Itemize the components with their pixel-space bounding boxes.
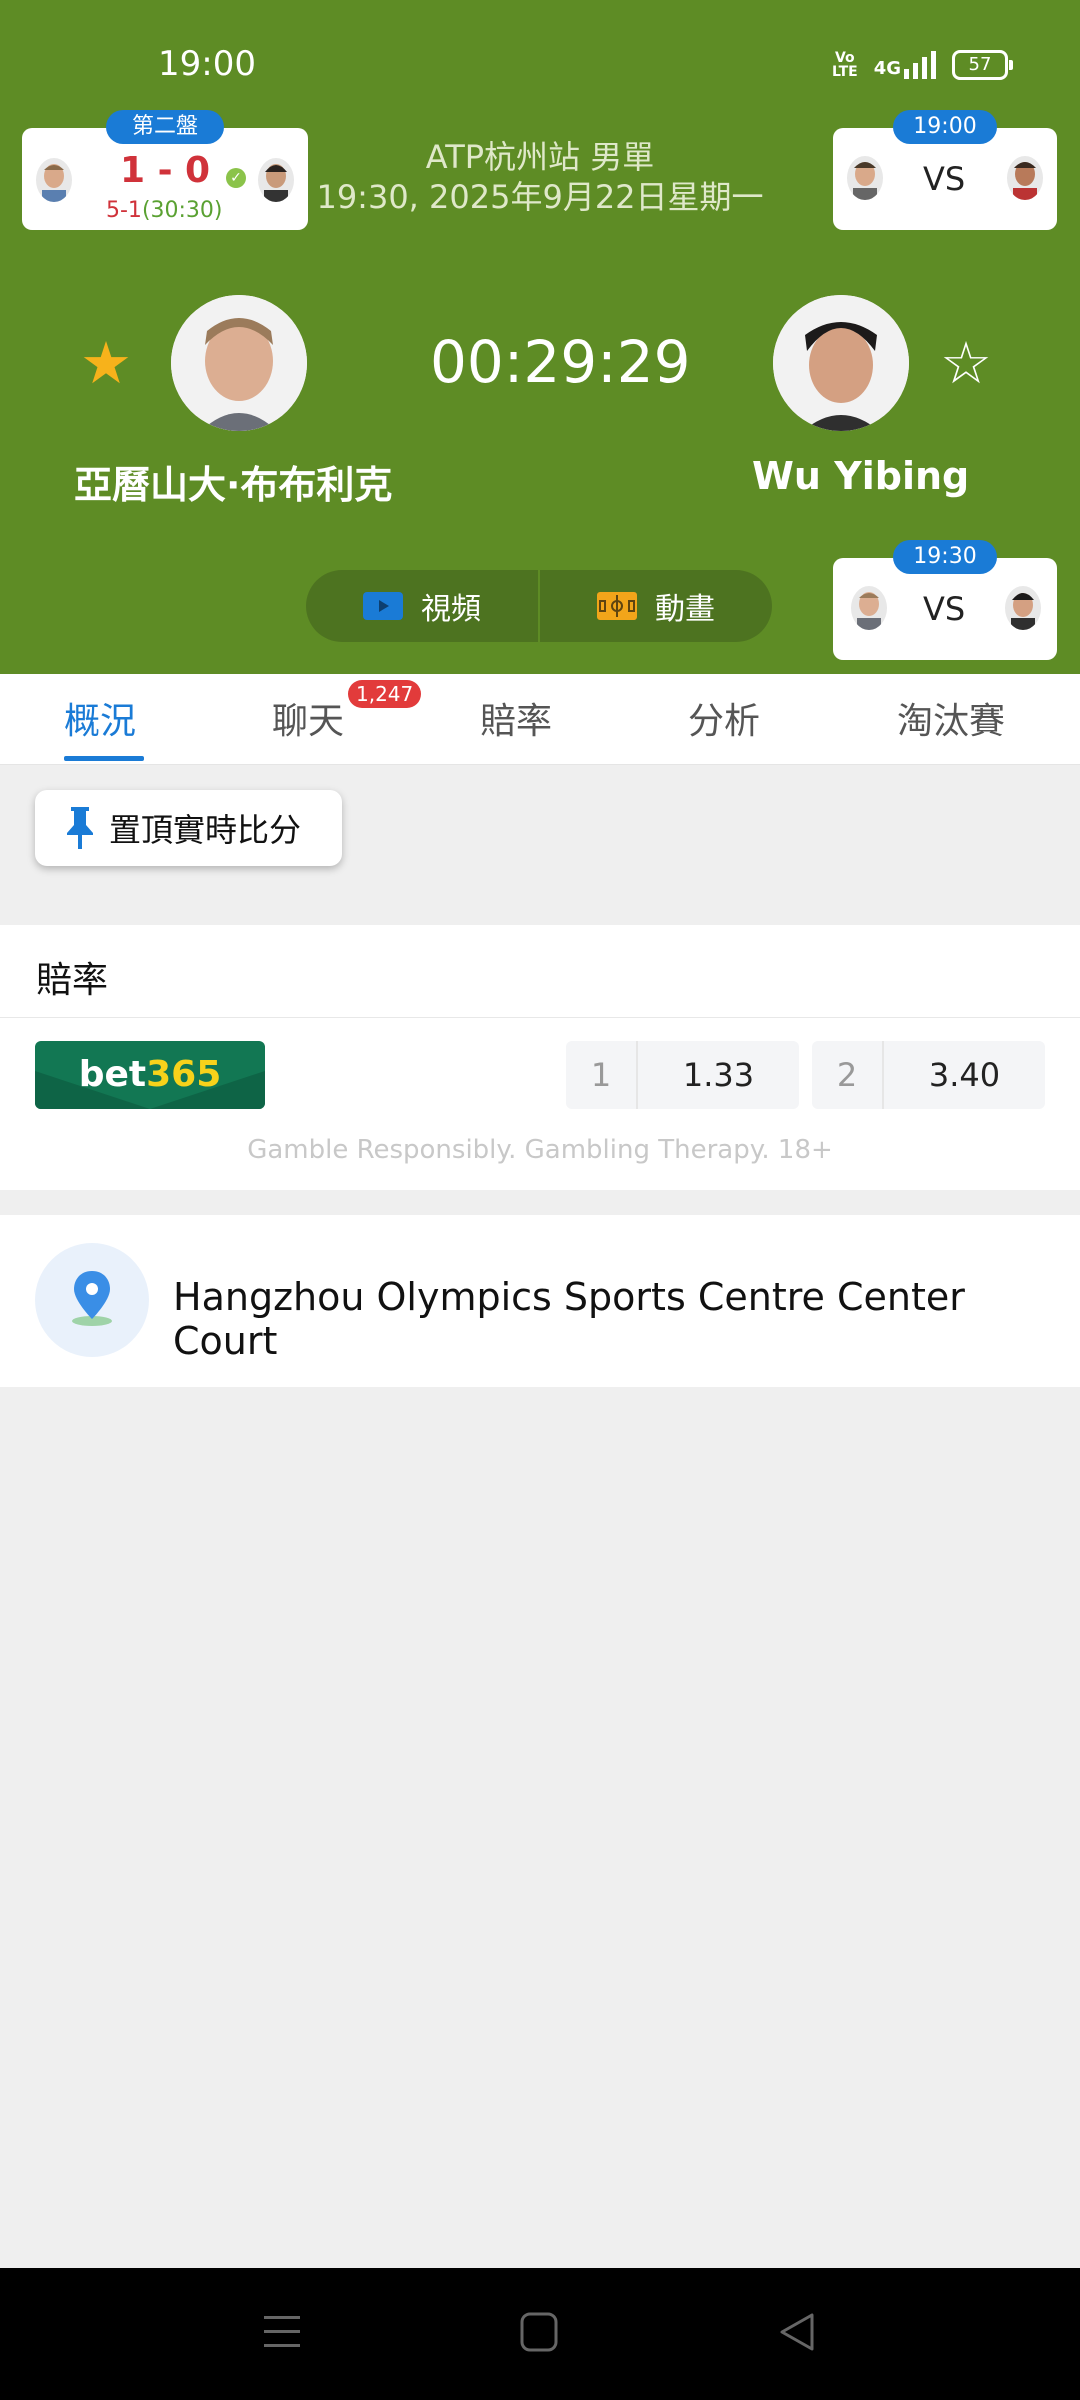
signal-icon: 4G <box>874 51 936 79</box>
related2-player2-avatar <box>1005 586 1041 630</box>
match-timer: 00:29:29 <box>430 328 691 396</box>
player2-mini-avatar <box>258 158 294 202</box>
tab-knockout[interactable]: 淘汰賽 <box>897 692 1005 744</box>
games-score: 5-1 <box>106 198 142 223</box>
player1-mini-avatar <box>36 158 72 202</box>
odds-section: 賠率 bet365 1 1.33 2 3.40 Gamble Responsib… <box>0 925 1080 1190</box>
tab-chat[interactable]: 聊天 <box>272 692 344 744</box>
match-datetime: 19:30, 2025年9月22日星期一 <box>316 178 764 216</box>
tab-overview[interactable]: 概況 <box>64 692 136 744</box>
related1-player1-avatar <box>847 156 883 200</box>
venue-row: Hangzhou Olympics Sports Centre Center C… <box>0 1215 1080 1387</box>
odds-option-2[interactable]: 2 3.40 <box>812 1041 1045 1109</box>
bet365-logo[interactable]: bet365 <box>35 1041 265 1109</box>
pin-label: 置頂實時比分 <box>109 811 302 849</box>
player1-name: 亞曆山大·布布利克 <box>74 463 393 507</box>
gamble-disclaimer[interactable]: Gamble Responsibly. Gambling Therapy. 18… <box>0 1135 1080 1165</box>
player2-avatar[interactable] <box>773 295 909 431</box>
video-icon <box>363 592 403 620</box>
odds-option-1[interactable]: 1 1.33 <box>566 1041 799 1109</box>
video-label: 視頻 <box>421 592 481 627</box>
volte-icon: Vo LTE <box>831 50 858 80</box>
animation-label: 動畫 <box>655 592 715 627</box>
status-time: 19:00 <box>158 44 256 84</box>
player1-avatar[interactable] <box>171 295 307 431</box>
home-icon[interactable] <box>520 2312 558 2356</box>
favorite-star-filled-icon[interactable]: ★ <box>80 334 132 392</box>
chat-count-badge: 1,247 <box>348 680 422 708</box>
set-label: 第二盤 <box>106 110 224 144</box>
system-nav-bar <box>0 2268 1080 2400</box>
video-button[interactable]: 視頻 <box>306 570 538 642</box>
odds-key: 2 <box>812 1041 884 1109</box>
battery-icon: 57 <box>952 50 1013 80</box>
pitch-icon <box>597 592 637 620</box>
back-icon[interactable] <box>778 2312 816 2356</box>
venue-name: Hangzhou Olympics Sports Centre Center C… <box>173 1275 965 1363</box>
animation-button[interactable]: 動畫 <box>540 570 772 642</box>
odds-divider <box>0 1017 1080 1018</box>
active-tab-indicator <box>64 756 144 761</box>
pin-icon <box>65 805 95 851</box>
network-type: 4G <box>873 58 901 79</box>
bet365-suffix: 365 <box>146 1054 222 1095</box>
media-toggle: 視頻 動畫 <box>306 570 772 642</box>
related1-player2-avatar <box>1007 156 1043 200</box>
bet365-prefix: bet <box>78 1054 147 1095</box>
tab-odds[interactable]: 賠率 <box>480 692 552 744</box>
game-score: 5-1(30:30) <box>106 198 223 223</box>
status-icons: Vo LTE 4G 57 <box>831 50 1013 80</box>
odds-value: 3.40 <box>928 1056 1001 1094</box>
serve-check-icon: ✓ <box>226 168 246 188</box>
player2-name: Wu Yibing <box>752 454 970 498</box>
pin-live-score-button[interactable]: 置頂實時比分 <box>35 790 342 866</box>
points-score: (30:30) <box>141 198 223 223</box>
odds-title: 賠率 <box>36 960 109 1001</box>
related-match-time-2: 19:30 <box>893 540 997 574</box>
menu-icon[interactable] <box>264 2312 300 2356</box>
odds-key: 1 <box>566 1041 638 1109</box>
vs-label: VS <box>923 160 966 198</box>
vs-label: VS <box>923 590 966 628</box>
tab-analysis[interactable]: 分析 <box>688 692 760 744</box>
set-score: 1 - 0 <box>120 150 211 191</box>
related-match-time-1: 19:00 <box>893 110 997 144</box>
favorite-star-outline-icon[interactable]: ☆ <box>940 334 992 392</box>
odds-value: 1.33 <box>682 1056 755 1094</box>
location-pin-icon <box>35 1243 149 1357</box>
related2-player1-avatar <box>851 586 887 630</box>
